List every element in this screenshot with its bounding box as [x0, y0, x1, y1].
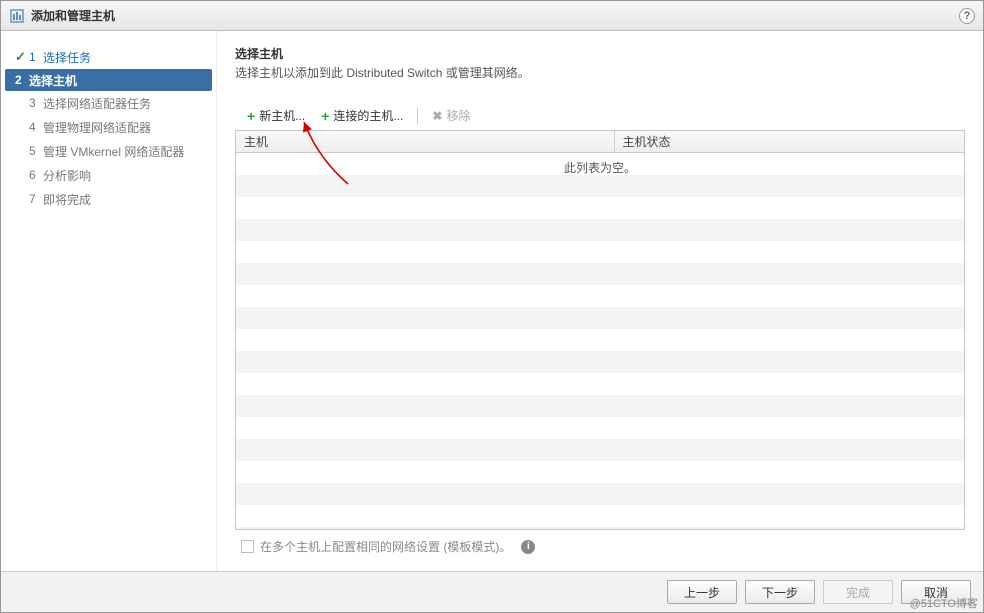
- titlebar: 添加和管理主机 ?: [1, 1, 983, 31]
- info-icon[interactable]: i: [521, 540, 535, 554]
- wizard-step-7[interactable]: ✓ 7 即将完成: [1, 187, 216, 211]
- step-label: 管理 VMkernel 网络适配器: [43, 143, 206, 160]
- remove-icon: ✖: [432, 109, 442, 123]
- step-label: 选择网络适配器任务: [43, 95, 206, 112]
- dialog-body: ✓ 1 选择任务 2 选择主机 ✓ 3 选择网络适配器任务 ✓ 4 管理物理网络…: [1, 31, 983, 571]
- empty-table-message: 此列表为空。: [236, 153, 964, 176]
- wizard-step-4[interactable]: ✓ 4 管理物理网络适配器: [1, 115, 216, 139]
- step-label: 选择主机: [29, 72, 202, 89]
- new-host-label: 新主机...: [259, 107, 305, 124]
- plus-icon: +: [247, 109, 255, 123]
- step-number: 6: [29, 168, 43, 182]
- finish-button: 完成: [823, 580, 893, 604]
- wizard-step-3[interactable]: ✓ 3 选择网络适配器任务: [1, 91, 216, 115]
- hosts-table: 主机 主机状态 此列表为空。: [235, 130, 965, 530]
- table-stripes: [236, 153, 964, 529]
- attached-host-label: 连接的主机...: [333, 107, 403, 124]
- page-title: 选择主机: [235, 45, 965, 62]
- table-body: 此列表为空。: [236, 153, 964, 529]
- step-number: 3: [29, 96, 43, 110]
- plus-icon: +: [321, 109, 329, 123]
- hosts-toolbar: + 新主机... + 连接的主机... ✖ 移除: [235, 101, 965, 130]
- next-button[interactable]: 下一步: [745, 580, 815, 604]
- step-number: 2: [15, 73, 29, 87]
- help-icon[interactable]: ?: [959, 8, 975, 24]
- dialog-title: 添加和管理主机: [31, 7, 115, 24]
- template-mode-row: 在多个主机上配置相同的网络设置 (模板模式)。 i: [235, 530, 965, 555]
- col-host[interactable]: 主机: [236, 131, 615, 152]
- dialog-footer: 上一步 下一步 完成 取消: [1, 571, 983, 612]
- wizard-step-2[interactable]: 2 选择主机: [5, 69, 212, 91]
- step-label: 选择任务: [43, 49, 206, 66]
- remove-label: 移除: [446, 107, 470, 124]
- back-button[interactable]: 上一步: [667, 580, 737, 604]
- app-icon: [9, 8, 25, 24]
- watermark: @51CTO博客: [910, 595, 978, 611]
- checkmark-icon: ✓: [15, 49, 29, 65]
- template-mode-label: 在多个主机上配置相同的网络设置 (模板模式)。: [260, 538, 511, 555]
- step-number: 1: [29, 50, 43, 64]
- new-host-button[interactable]: + 新主机...: [241, 105, 311, 126]
- table-header: 主机 主机状态: [236, 131, 964, 153]
- step-number: 4: [29, 120, 43, 134]
- step-number: 7: [29, 192, 43, 206]
- page-subtitle: 选择主机以添加到此 Distributed Switch 或管理其网络。: [235, 64, 965, 81]
- wizard-step-6[interactable]: ✓ 6 分析影响: [1, 163, 216, 187]
- main-panel: 选择主机 选择主机以添加到此 Distributed Switch 或管理其网络…: [217, 31, 983, 571]
- step-label: 即将完成: [43, 191, 206, 208]
- col-host-status[interactable]: 主机状态: [615, 131, 964, 152]
- toolbar-separator: [417, 108, 418, 124]
- wizard-step-1[interactable]: ✓ 1 选择任务: [1, 45, 216, 69]
- step-number: 5: [29, 144, 43, 158]
- wizard-dialog: 添加和管理主机 ? ✓ 1 选择任务 2 选择主机 ✓ 3 选择网络适配器任务 …: [0, 0, 984, 613]
- template-mode-checkbox[interactable]: [241, 540, 254, 553]
- wizard-step-5[interactable]: ✓ 5 管理 VMkernel 网络适配器: [1, 139, 216, 163]
- attached-host-button[interactable]: + 连接的主机...: [315, 105, 409, 126]
- wizard-steps-sidebar: ✓ 1 选择任务 2 选择主机 ✓ 3 选择网络适配器任务 ✓ 4 管理物理网络…: [1, 31, 217, 571]
- step-label: 分析影响: [43, 167, 206, 184]
- remove-button: ✖ 移除: [426, 105, 476, 126]
- step-label: 管理物理网络适配器: [43, 119, 206, 136]
